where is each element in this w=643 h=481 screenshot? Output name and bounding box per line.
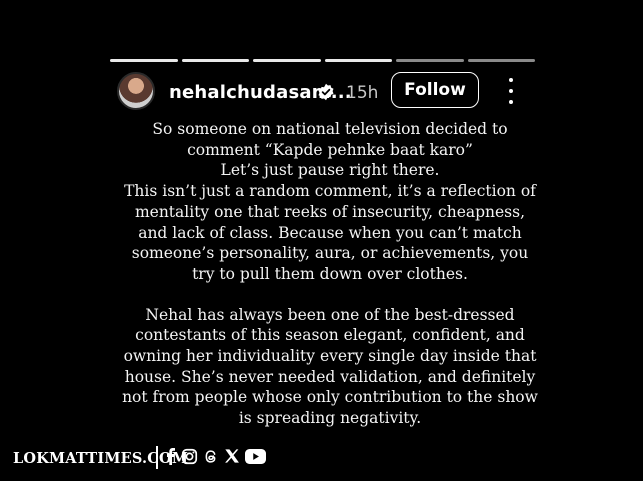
text-line: house. She’s never needed validation, an… — [124, 367, 536, 386]
text-line: is spreading negativity. — [238, 409, 422, 428]
text-line: someone’s personality, aura, or achievem… — [131, 244, 529, 263]
instagram-icon[interactable] — [181, 448, 198, 465]
threads-icon[interactable] — [203, 448, 219, 465]
more-dot — [509, 89, 513, 93]
social-icons — [165, 447, 266, 465]
story-viewer: nehalchudasam... 15h Follow So someone o… — [0, 0, 643, 481]
story-progress-bar — [110, 59, 535, 62]
post-time: 15h — [346, 83, 379, 103]
text-line: try to pull them down over clothes. — [192, 264, 468, 283]
text-line: mentality one that reeks of insecurity, … — [134, 202, 526, 221]
progress-segment — [324, 59, 392, 62]
facebook-icon[interactable] — [165, 447, 176, 465]
text-line: owning her individuality every single da… — [123, 347, 537, 366]
more-dot — [509, 78, 513, 82]
story-header: nehalchudasam... 15h Follow — [117, 70, 537, 114]
more-dot — [509, 100, 513, 104]
text-line: This isn’t just a random comment, it’s a… — [124, 182, 536, 201]
progress-segment — [110, 59, 178, 62]
progress-segment — [181, 59, 249, 62]
brand-name: LOKMATTIMES.COM — [13, 450, 189, 467]
text-line: contestants of this season elegant, conf… — [135, 326, 525, 345]
text-line: Let’s just pause right there. — [220, 161, 440, 180]
text-line: not from people whose only contribution … — [122, 388, 538, 407]
story-text: So someone on national television decide… — [100, 119, 560, 429]
progress-segment — [467, 59, 535, 62]
text-line: So someone on national television decide… — [152, 120, 508, 138]
youtube-icon[interactable] — [245, 448, 266, 464]
follow-button[interactable]: Follow — [391, 72, 479, 108]
progress-segment — [253, 59, 321, 62]
text-line: Nehal has always been one of the best-dr… — [145, 305, 515, 324]
watermark-footer: LOKMATTIMES.COM — [0, 443, 643, 481]
text-line: comment “Kapde pehnke baat karo” — [187, 140, 473, 159]
verified-badge-icon — [318, 83, 334, 101]
more-options-icon[interactable] — [499, 78, 523, 104]
divider — [156, 446, 158, 469]
avatar[interactable] — [117, 72, 155, 110]
text-line: and lack of class. Because when you can’… — [138, 223, 522, 242]
progress-segment — [396, 59, 464, 62]
x-icon[interactable] — [224, 448, 240, 464]
